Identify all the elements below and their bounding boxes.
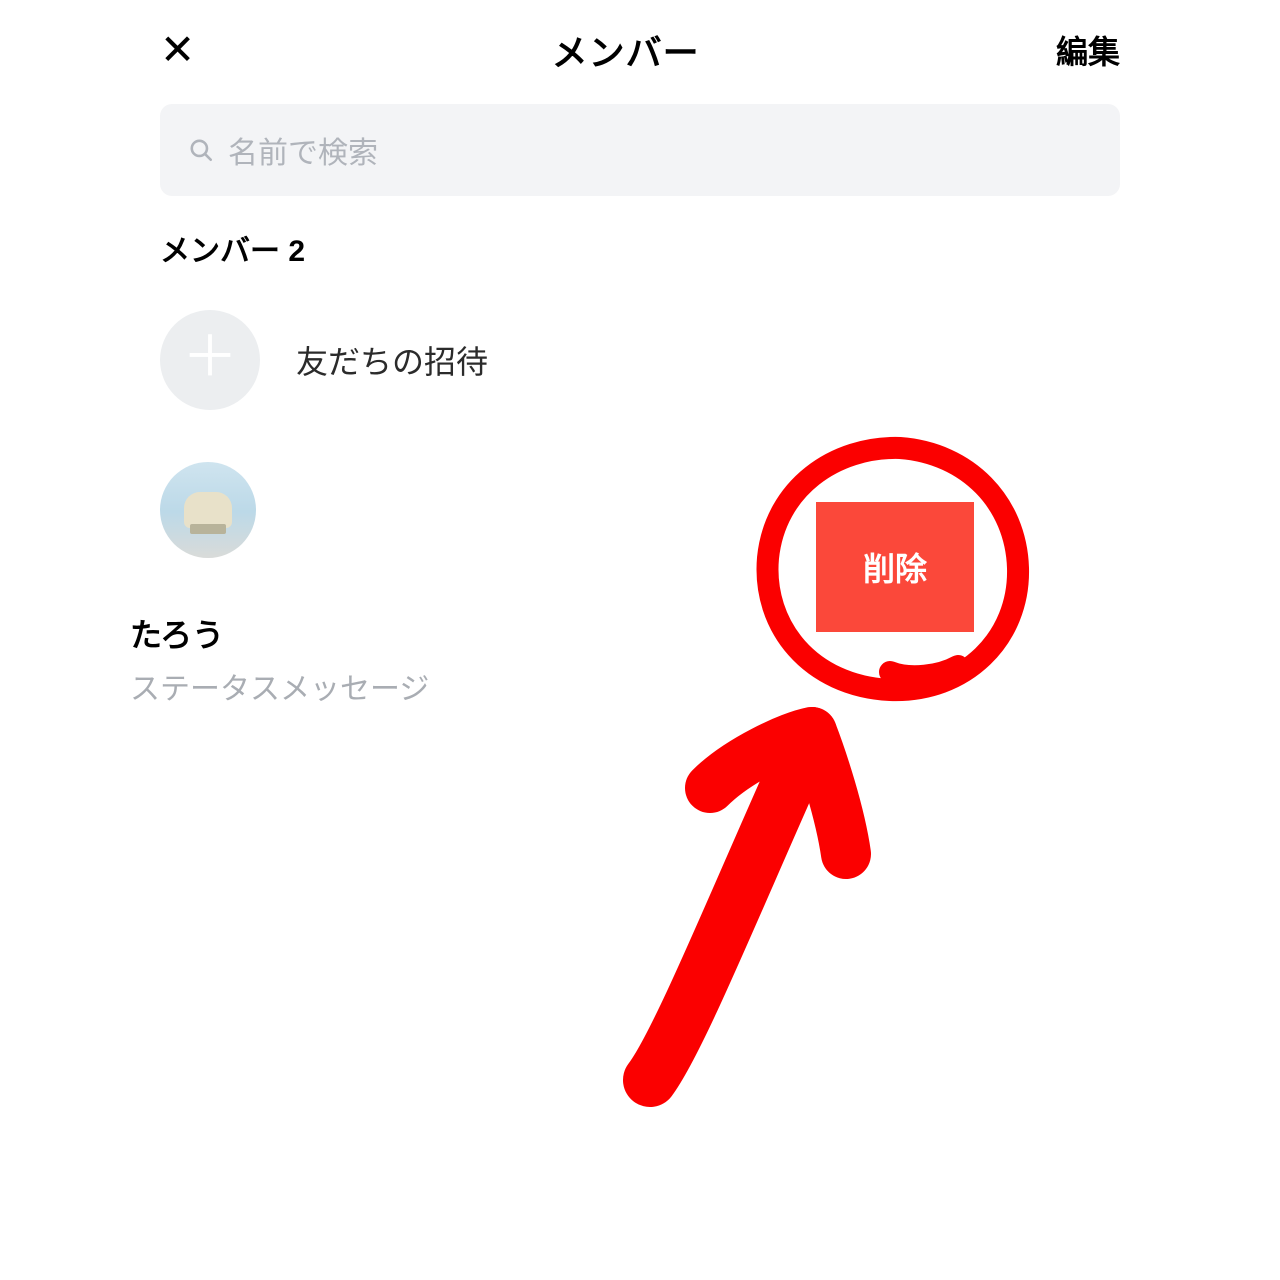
delete-button[interactable]: 削除 [816, 502, 974, 632]
search-input[interactable]: 名前で検索 [160, 104, 1120, 196]
edit-button[interactable]: 編集 [1056, 27, 1120, 73]
search-placeholder: 名前で検索 [228, 128, 378, 172]
search-icon [188, 137, 214, 163]
invite-label: 友だちの招待 [296, 337, 488, 383]
page-title: メンバー [552, 24, 700, 76]
invite-friends-row[interactable]: ＋ 友だちの招待 [160, 298, 1120, 422]
close-icon[interactable]: ✕ [160, 29, 195, 71]
annotation-arrow [560, 640, 920, 1120]
member-status: ステータスメッセージ [130, 664, 1120, 708]
member-avatar-row[interactable] [160, 422, 1120, 570]
section-label: メンバー 2 [160, 226, 1120, 270]
header-bar: ✕ メンバー 編集 [160, 0, 1120, 104]
add-friend-avatar[interactable]: ＋ [160, 310, 260, 410]
plus-icon: ＋ [182, 329, 238, 385]
member-avatar[interactable] [160, 462, 256, 558]
